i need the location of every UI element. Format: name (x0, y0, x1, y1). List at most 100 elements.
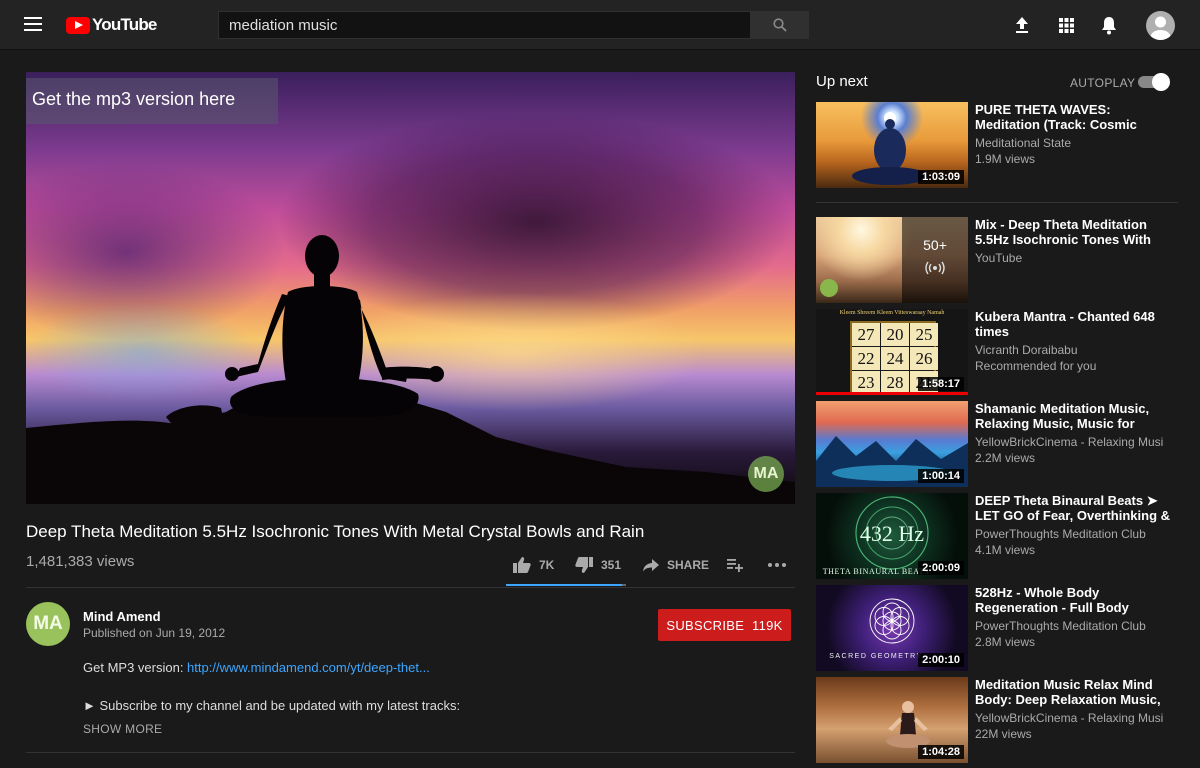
views-label: 1.9M views (975, 152, 1036, 166)
mp3-link[interactable]: http://www.mindamend.com/yt/deep-thet... (187, 660, 430, 675)
description-line: ► Subscribe to my channel and be updated… (83, 698, 461, 713)
mix-overlay (902, 217, 968, 303)
channel-label[interactable]: YellowBrickCinema - Relaxing Musi (975, 710, 1163, 726)
publish-date: Published on Jun 19, 2012 (83, 626, 226, 640)
watch-progress-bar (816, 392, 968, 395)
channel-mini-avatar (820, 279, 838, 297)
playlist-count: 50+ (923, 237, 947, 253)
recommended-title[interactable]: 528Hz - Whole Body Regeneration - Full B… (975, 585, 1175, 615)
channel-label[interactable]: YellowBrickCinema - Relaxing Musi (975, 434, 1163, 450)
more-actions-button[interactable] (768, 555, 794, 575)
video-title: Deep Theta Meditation 5.5Hz Isochronic T… (26, 522, 645, 541)
youtube-logo[interactable]: YouTube (66, 15, 157, 35)
notifications-bell-icon[interactable] (1098, 14, 1120, 36)
channel-name[interactable]: Mind Amend (83, 609, 161, 624)
search-icon (773, 18, 787, 32)
video-duration: 1:58:17 (918, 377, 964, 391)
meditating-silhouette (26, 235, 795, 504)
divider (26, 587, 795, 588)
search-button[interactable] (751, 11, 809, 39)
grid-cell: 25 (910, 323, 938, 346)
recommended-video[interactable]: 1:03:09 PURE THETA WAVES: Meditation (Tr… (816, 102, 1196, 188)
recommended-label: Recommended for you (975, 359, 1097, 373)
share-icon (643, 558, 659, 571)
autoplay-label: AUTOPLAY (1070, 76, 1136, 90)
like-button[interactable]: 7K (513, 555, 554, 575)
divider (26, 752, 795, 753)
grid-cell: 26 (910, 347, 938, 370)
video-duration: 1:00:14 (918, 469, 964, 483)
channel-label[interactable]: YouTube (975, 250, 1163, 266)
subscriber-count: 119K (752, 617, 783, 633)
views-label: 2.8M views (975, 635, 1036, 649)
views-label: 22M views (975, 727, 1032, 741)
share-button[interactable]: SHARE (643, 555, 709, 575)
subscribe-button[interactable]: SUBSCRIBE 119K (658, 609, 791, 641)
autoplay-toggle[interactable] (1138, 73, 1170, 91)
share-label: SHARE (667, 558, 710, 572)
youtube-play-icon (66, 16, 90, 34)
video-duration: 1:03:09 (918, 170, 964, 184)
recommended-title[interactable]: Mix - Deep Theta Meditation 5.5Hz Isochr… (975, 217, 1175, 247)
recommended-mix[interactable]: 50+ Mix - Deep Theta Meditation 5.5Hz Is… (816, 217, 1196, 303)
video-thumbnail[interactable]: Kleem Shreem Kleem Vitteswaraay Namah 27… (816, 309, 968, 395)
channel-label[interactable]: Meditational State (975, 135, 1163, 151)
grid-cell: 28 (881, 371, 909, 394)
video-thumbnail[interactable]: 1:04:28 (816, 677, 968, 763)
recommended-title[interactable]: Kubera Mantra - Chanted 648 times (975, 309, 1175, 339)
menu-icon[interactable] (24, 17, 42, 31)
channel-label[interactable]: PowerThoughts Meditation Club (975, 526, 1163, 542)
grid-cell: 27 (852, 323, 880, 346)
video-player[interactable]: Get the mp3 version here MA (26, 72, 795, 504)
logo-text: YouTube (92, 15, 157, 34)
view-count: 1,481,383 views (26, 553, 135, 570)
dislike-count: 351 (601, 558, 622, 572)
like-count: 7K (539, 558, 555, 572)
channel-watermark[interactable]: MA (748, 456, 784, 492)
channel-avatar[interactable]: MA (26, 602, 70, 646)
recommended-title[interactable]: Shamanic Meditation Music, Relaxing Musi… (975, 401, 1175, 431)
recommended-video[interactable]: SACRED GEOMETRY 2:00:10 528Hz - Whole Bo… (816, 585, 1196, 671)
mp3-version-annotation[interactable]: Get the mp3 version here (26, 78, 278, 124)
recommended-title[interactable]: PURE THETA WAVES: Meditation (Track: Cos… (975, 102, 1175, 132)
account-avatar[interactable] (1146, 11, 1175, 40)
show-more-button[interactable]: SHOW MORE (83, 722, 162, 736)
up-next-heading: Up next (816, 73, 868, 90)
more-horizontal-icon (768, 563, 786, 567)
thumbnail-frequency-text: 432 Hz (859, 521, 925, 546)
mix-radio-icon (925, 261, 945, 275)
grid-cell: 20 (881, 323, 909, 346)
masthead: YouTube (0, 0, 1200, 50)
video-duration: 2:00:10 (918, 653, 964, 667)
playlist-add-icon (727, 559, 743, 572)
upload-icon[interactable] (1011, 14, 1033, 36)
dislike-ratio-bar (622, 584, 626, 586)
grid-cell: 23 (852, 371, 880, 394)
views-label: 4.1M views (975, 543, 1036, 557)
video-thumbnail[interactable]: 1:03:09 (816, 102, 968, 188)
description-prefix: Get MP3 version: (83, 660, 188, 675)
channel-label[interactable]: PowerThoughts Meditation Club (975, 618, 1163, 634)
video-thumbnail[interactable]: 1:00:14 (816, 401, 968, 487)
divider (816, 202, 1178, 203)
thumbs-down-icon (575, 557, 593, 573)
search-input[interactable] (218, 11, 751, 39)
recommended-video[interactable]: Kleem Shreem Kleem Vitteswaraay Namah 27… (816, 309, 1196, 395)
apps-grid-icon[interactable] (1055, 14, 1077, 36)
recommended-video[interactable]: 1:04:28 Meditation Music Relax Mind Body… (816, 677, 1196, 763)
channel-label[interactable]: Vicranth Doraibabu (975, 342, 1163, 358)
recommended-title[interactable]: Meditation Music Relax Mind Body: Deep R… (975, 677, 1175, 707)
video-thumbnail[interactable]: 432 Hz THETA BINAURAL BEATS 2:00:09 (816, 493, 968, 579)
thumbnail-caption: Kleem Shreem Kleem Vitteswaraay Namah (839, 310, 945, 316)
like-ratio-bar (506, 584, 622, 586)
grid-cell: 24 (881, 347, 909, 370)
add-to-playlist-button[interactable] (727, 555, 751, 575)
recommended-video[interactable]: 432 Hz THETA BINAURAL BEATS 2:00:09 DEEP… (816, 493, 1196, 579)
video-thumbnail[interactable]: SACRED GEOMETRY 2:00:10 (816, 585, 968, 671)
video-thumbnail[interactable]: 50+ (816, 217, 968, 303)
recommended-title[interactable]: DEEP Theta Binaural Beats ➤ LET GO of Fe… (975, 493, 1175, 523)
description-line: Get MP3 version: http://www.mindamend.co… (83, 660, 430, 675)
recommended-video[interactable]: 1:00:14 Shamanic Meditation Music, Relax… (816, 401, 1196, 487)
user-icon (1150, 16, 1171, 40)
dislike-button[interactable]: 351 (575, 555, 621, 575)
